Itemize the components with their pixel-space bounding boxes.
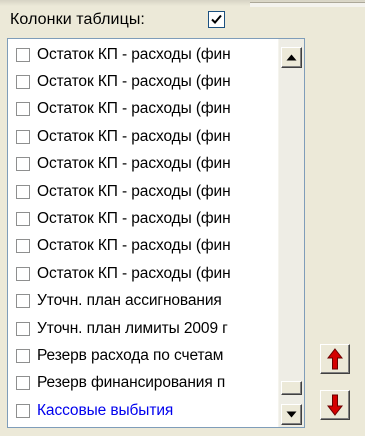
list-item[interactable]: Остаток КП - расходы (фин [8, 41, 278, 68]
list-item[interactable]: Резерв финансирования п [8, 370, 278, 397]
column-label: Остаток КП - расходы (фин [37, 127, 231, 145]
tab-edge [250, 2, 365, 7]
column-checkbox[interactable] [16, 47, 30, 62]
column-label: Остаток КП - расходы (фин [37, 100, 231, 118]
columns-label: Колонки таблицы: [10, 11, 145, 28]
columns-listbox[interactable]: Остаток КП - расходы (фин Остаток КП - ра… [7, 38, 305, 428]
list-item[interactable]: Резерв расхода по счетам [8, 342, 278, 369]
column-checkbox[interactable] [16, 157, 30, 172]
column-checkbox[interactable] [16, 239, 30, 254]
list-item[interactable]: Кассовые выбытия [8, 397, 278, 424]
column-label: Уточн. план ассигнования [37, 292, 222, 310]
select-all-checkbox[interactable] [208, 11, 225, 28]
column-checkbox[interactable] [16, 102, 30, 117]
list-item[interactable]: Остаток КП - расходы (фин [8, 260, 278, 287]
scroll-down-button[interactable] [281, 404, 302, 425]
column-label: Кассовые выбытия [37, 401, 174, 419]
check-icon [211, 14, 222, 24]
red-arrow-down-icon [327, 394, 343, 416]
scroll-thumb[interactable] [281, 381, 302, 395]
move-down-button[interactable] [320, 390, 350, 420]
list-item[interactable]: Остаток КП - расходы (фин [8, 233, 278, 260]
column-label: Резерв финансирования п [37, 374, 226, 392]
triangle-down-icon [286, 411, 297, 418]
column-label: Остаток КП - расходы (фин [37, 45, 231, 63]
columns-list: Остаток КП - расходы (фин Остаток КП - ра… [8, 41, 278, 424]
column-label: Резерв расхода по счетам [37, 346, 224, 364]
column-checkbox[interactable] [16, 212, 30, 227]
column-checkbox[interactable] [16, 266, 30, 281]
column-checkbox[interactable] [16, 348, 30, 363]
list-item[interactable]: Остаток КП - расходы (фин [8, 96, 278, 123]
column-label: Остаток КП - расходы (фин [37, 155, 231, 173]
column-label: Остаток КП - расходы (фин [37, 237, 231, 255]
column-label: Остаток КП - расходы (фин [37, 73, 231, 91]
scroll-up-button[interactable] [281, 47, 302, 68]
list-item[interactable]: Уточн. план лимиты 2009 г [8, 315, 278, 342]
column-checkbox[interactable] [16, 376, 30, 391]
column-label: Остаток КП - расходы (фин [37, 264, 231, 282]
column-checkbox[interactable] [16, 129, 30, 144]
column-label: Остаток КП - расходы (фин [37, 210, 231, 228]
vertical-scrollbar[interactable] [278, 39, 304, 427]
list-item[interactable]: Остаток КП - расходы (фин [8, 178, 278, 205]
list-item[interactable]: Остаток КП - расходы (фин [8, 123, 278, 150]
column-checkbox[interactable] [16, 294, 30, 309]
column-label: Остаток КП - расходы (фин [37, 182, 231, 200]
list-item[interactable]: Остаток КП - расходы (фин [8, 205, 278, 232]
column-checkbox[interactable] [16, 403, 30, 418]
column-checkbox[interactable] [16, 321, 30, 336]
list-item[interactable]: Остаток КП - расходы (фин [8, 68, 278, 95]
list-item[interactable]: Уточн. план ассигнования [8, 288, 278, 315]
column-checkbox[interactable] [16, 184, 30, 199]
column-checkbox[interactable] [16, 75, 30, 90]
red-arrow-up-icon [327, 348, 343, 370]
column-label: Уточн. план лимиты 2009 г [37, 319, 228, 337]
move-up-button[interactable] [320, 344, 350, 374]
list-item[interactable]: Остаток КП - расходы (фин [8, 151, 278, 178]
triangle-up-icon [286, 54, 297, 61]
columns-header: Колонки таблицы: [10, 8, 145, 32]
